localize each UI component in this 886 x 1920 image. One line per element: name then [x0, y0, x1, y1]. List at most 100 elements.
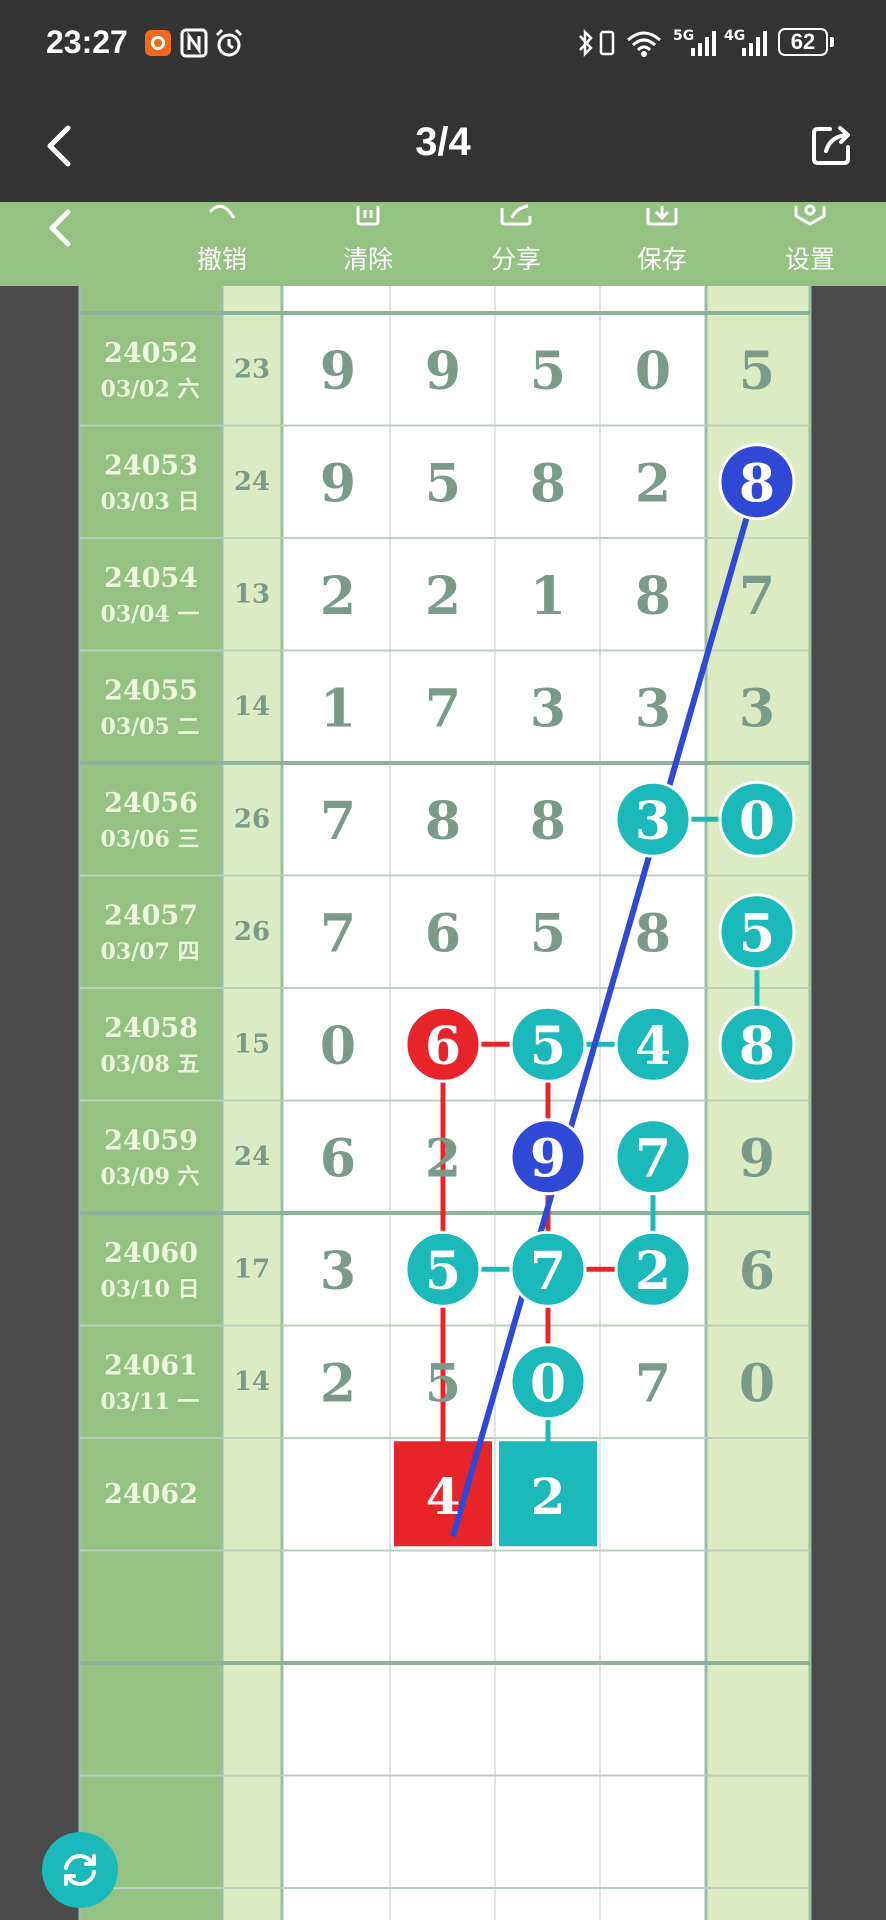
sum-value: 23 — [234, 354, 270, 384]
save-label: 保存 — [636, 245, 687, 274]
issue-number: 24054 — [104, 563, 198, 594]
app-notification-icon — [145, 30, 171, 56]
digit-cell: 1 — [320, 678, 356, 739]
issue-number: 24060 — [104, 1238, 198, 1269]
save-icon — [646, 206, 678, 226]
clear-label: 清除 — [342, 245, 393, 274]
battery-level: 62 — [790, 29, 816, 54]
digit-cell: 7 — [530, 1241, 566, 1302]
digit-cell: 2 — [425, 1128, 461, 1189]
digit-cell: 6 — [425, 1016, 461, 1077]
digit-cell: 3 — [739, 678, 775, 739]
digit-cell: 5 — [425, 1241, 461, 1302]
digit-cell: 0 — [530, 1353, 566, 1414]
share-icon[interactable] — [808, 121, 856, 169]
share-label: 分享 — [490, 245, 541, 274]
sum-value: 14 — [234, 1367, 270, 1397]
undo-button[interactable]: 撤销 — [172, 202, 272, 286]
digit-cell: 5 — [425, 453, 461, 514]
sum-value: 17 — [234, 1254, 270, 1284]
vibrate-icon — [599, 30, 615, 56]
4g-signal-icon — [742, 31, 767, 56]
settings-icon — [794, 204, 826, 226]
issue-number: 24062 — [104, 1479, 198, 1510]
sum-column — [222, 286, 282, 1920]
issue-date: 03/11 一 — [101, 1389, 200, 1415]
digit-cell: 8 — [635, 903, 671, 964]
digit-cell: 4 — [635, 1016, 671, 1077]
settings-label: 设置 — [784, 245, 835, 274]
digit-cell: 8 — [739, 1016, 775, 1077]
digit-cell: 5 — [425, 1353, 461, 1414]
digit-cell: 0 — [739, 1353, 775, 1414]
digit-cell: 9 — [739, 1128, 775, 1189]
status-time: 23:27 — [46, 24, 128, 60]
digit-cell: 7 — [635, 1128, 671, 1189]
issue-date: 03/08 五 — [101, 1051, 200, 1077]
digit-cell: 8 — [530, 791, 566, 852]
digit-cell: 5 — [530, 341, 566, 402]
issue-date: 03/07 四 — [101, 939, 200, 965]
digit-cell: 7 — [425, 678, 461, 739]
sum-value: 26 — [234, 804, 270, 834]
digit-cell: 5 — [530, 903, 566, 964]
refresh-button[interactable] — [42, 1832, 118, 1908]
digit-cell: 7 — [635, 1353, 671, 1414]
digit-cell: 2 — [635, 1241, 671, 1302]
undo-icon — [208, 204, 236, 219]
digit-cell: 6 — [320, 1128, 356, 1189]
trend-chart: 2405203/02 六23 9 9 5 0 52405303/03 日24 9 5 8 2 824… — [0, 286, 886, 1920]
issue-number: 24055 — [104, 675, 198, 706]
toolbar: 撤销 清除 分享 保存 设置 — [0, 202, 886, 286]
issue-number: 24052 — [104, 338, 198, 369]
digit-cell: 5 — [739, 341, 775, 402]
issue-number: 24058 — [104, 1013, 198, 1044]
issue-number: 24061 — [104, 1350, 198, 1381]
share-icon — [500, 204, 532, 226]
5g-signal-icon — [691, 31, 716, 56]
settings-button[interactable]: 设置 — [760, 202, 860, 286]
issue-date: 03/10 日 — [101, 1276, 200, 1302]
digit-cell: 3 — [635, 791, 671, 852]
issue-date: 03/04 一 — [101, 601, 200, 627]
issue-number: 24057 — [104, 900, 198, 931]
sum-value: 15 — [234, 1029, 270, 1059]
digit-cell: 0 — [635, 341, 671, 402]
digit-cell: 6 — [425, 903, 461, 964]
wifi-icon — [627, 31, 661, 57]
clear-button[interactable]: 清除 — [318, 202, 418, 286]
issue-date: 03/05 二 — [101, 714, 200, 740]
digit-cell: 6 — [739, 1241, 775, 1302]
refresh-icon — [64, 1853, 96, 1887]
digit-cell: 9 — [425, 341, 461, 402]
digit-cell: 3 — [635, 678, 671, 739]
sum-value: 26 — [234, 917, 270, 947]
battery-indicator: 62 — [778, 28, 828, 56]
issue-number: 24056 — [104, 788, 198, 819]
marked-box-label-1: 2 — [531, 1467, 566, 1526]
status-bar: 23:27 5G 4G 62 — [0, 0, 886, 88]
issue-date: 03/09 六 — [101, 1164, 200, 1190]
trash-icon — [356, 206, 380, 226]
digit-cell: 2 — [320, 566, 356, 627]
undo-label: 撤销 — [196, 245, 247, 274]
digit-cell: 8 — [635, 566, 671, 627]
alarm-icon — [215, 28, 243, 57]
digit-cell: 0 — [320, 1016, 356, 1077]
save-button[interactable]: 保存 — [612, 202, 712, 286]
digit-cell: 9 — [320, 453, 356, 514]
digit-cell: 8 — [739, 453, 775, 514]
digit-cell: 2 — [320, 1353, 356, 1414]
last-digit-column — [706, 286, 810, 1920]
marked-box-label-0: 4 — [426, 1467, 461, 1526]
digit-cell: 5 — [739, 903, 775, 964]
share-button[interactable]: 分享 — [466, 202, 566, 286]
digit-area — [282, 286, 706, 1920]
back-icon[interactable] — [42, 204, 78, 252]
bluetooth-icon — [579, 28, 593, 58]
digit-cell: 5 — [530, 1016, 566, 1077]
sum-value: 14 — [234, 692, 270, 722]
digit-cell: 2 — [425, 566, 461, 627]
digit-cell: 7 — [739, 566, 775, 627]
digit-cell: 8 — [530, 453, 566, 514]
